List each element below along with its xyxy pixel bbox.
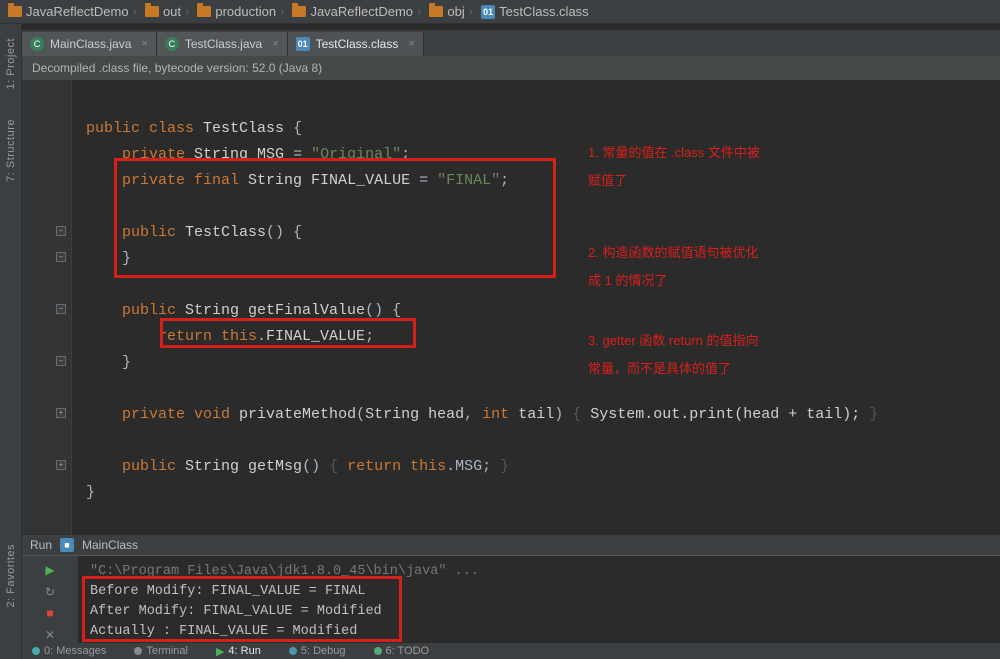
project-tool-button[interactable]: 1: Project — [5, 38, 17, 89]
crumb-file[interactable]: 01TestClass.class — [479, 4, 591, 19]
java-file-icon: C — [165, 37, 179, 51]
run-title: Run — [30, 538, 52, 552]
tab-testclass-java[interactable]: CTestClass.java× — [157, 32, 288, 56]
crumb-4[interactable]: obj› — [427, 4, 475, 19]
left-toolbar-lower: 2: Favorites — [0, 534, 22, 659]
annotation-2: 2. 构造函数的赋值语句被优化 — [588, 240, 758, 266]
close-icon[interactable]: × — [272, 38, 278, 50]
class-file-icon: 01 — [296, 37, 310, 51]
run-toolwindow: ▶ ↻ ■ ✕ "C:\Program Files\Java\jdk1.8.0_… — [22, 556, 1000, 643]
decompile-notice: Decompiled .class file, bytecode version… — [22, 56, 1000, 80]
run-output-line: After Modify: FINAL_VALUE = Modified — [90, 602, 988, 622]
tab-testclass-class[interactable]: 01TestClass.class× — [288, 32, 424, 56]
folder-icon — [145, 6, 159, 17]
breadcrumb: JavaReflectDemo› out› production› JavaRe… — [0, 0, 1000, 24]
annotation-2b: 成 1 的情况了 — [588, 268, 667, 294]
run-stop-icon[interactable]: ■ — [42, 606, 58, 622]
structure-tool-button[interactable]: 7: Structure — [5, 119, 17, 182]
crumb-root[interactable]: JavaReflectDemo› — [6, 4, 139, 19]
editor-tabs: CMainClass.java× CTestClass.java× 01Test… — [22, 30, 1000, 56]
class-file-icon: 01 — [481, 5, 495, 19]
fold-expand[interactable]: + — [56, 408, 66, 418]
fold-toggle[interactable]: − — [56, 252, 66, 262]
annotation-3b: 常量，而不是具体的值了 — [588, 356, 731, 382]
run-close-icon[interactable]: ✕ — [42, 627, 58, 643]
crumb-1[interactable]: out› — [143, 4, 191, 19]
fold-toggle[interactable]: − — [56, 226, 66, 236]
run-cmdline: "C:\Program Files\Java\jdk1.8.0_45\bin\j… — [90, 562, 988, 582]
favorites-tool-button[interactable]: 2: Favorites — [5, 544, 17, 607]
java-file-icon: C — [30, 37, 44, 51]
annotation-3: 3. getter 函数 return 的值指向 — [588, 328, 759, 354]
run-toolwindow-header[interactable]: Run ■ MainClass — [22, 534, 1000, 556]
folder-icon — [8, 6, 22, 17]
tab-mainclass[interactable]: CMainClass.java× — [22, 32, 157, 56]
folder-icon — [292, 6, 306, 17]
annotation-1b: 赋值了 — [588, 168, 627, 194]
bottom-tab-messages[interactable]: 0: Messages — [32, 645, 106, 657]
folder-icon — [197, 6, 211, 17]
code-editor[interactable]: public class TestClass { private String … — [72, 80, 1000, 534]
close-icon[interactable]: × — [408, 38, 414, 50]
bottom-tab-terminal[interactable]: Terminal — [134, 645, 188, 657]
annotation-1: 1. 常量的值在 .class 文件中被 — [588, 140, 760, 166]
fold-expand[interactable]: + — [56, 460, 66, 470]
run-rerun-icon[interactable]: ↻ — [42, 584, 58, 600]
bottom-toolbar: 0: Messages Terminal ▶4: Run 5: Debug 6:… — [22, 643, 1000, 659]
left-toolbar: 1: Project 7: Structure — [0, 24, 22, 534]
bottom-tab-todo[interactable]: 6: TODO — [374, 645, 430, 657]
bottom-tab-debug[interactable]: 5: Debug — [289, 645, 346, 657]
run-toolbar: ▶ ↻ ■ ✕ — [22, 556, 78, 643]
crumb-2[interactable]: production› — [195, 4, 286, 19]
editor-gutter: − − − − + + — [22, 80, 72, 534]
folder-icon — [429, 6, 443, 17]
run-config-icon: ■ — [60, 538, 74, 552]
run-config-name: MainClass — [82, 538, 138, 552]
close-icon[interactable]: × — [141, 38, 147, 50]
run-console[interactable]: "C:\Program Files\Java\jdk1.8.0_45\bin\j… — [78, 556, 1000, 643]
fold-toggle[interactable]: − — [56, 356, 66, 366]
fold-toggle[interactable]: − — [56, 304, 66, 314]
bottom-tab-run[interactable]: ▶4: Run — [216, 645, 261, 658]
run-play-icon[interactable]: ▶ — [42, 562, 58, 578]
run-output-line: Before Modify: FINAL_VALUE = FINAL — [90, 582, 988, 602]
run-output-line: Actually : FINAL_VALUE = Modified — [90, 622, 988, 642]
crumb-3[interactable]: JavaReflectDemo› — [290, 4, 423, 19]
